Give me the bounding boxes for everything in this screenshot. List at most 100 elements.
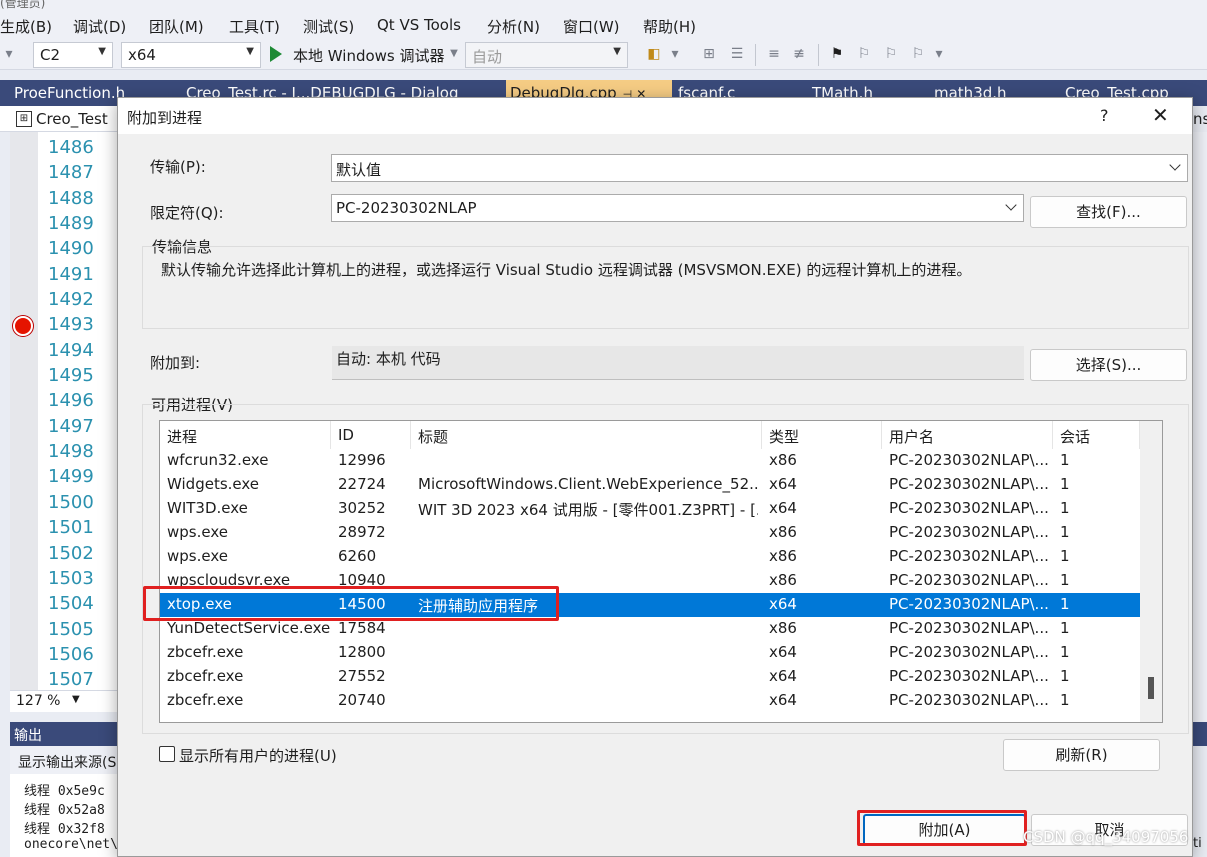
table-row[interactable]: WIT3D.exe 30252 WIT 3D 2023 x64 试用版 - [零件0… [160, 497, 1140, 521]
editor-right-strip [1193, 132, 1207, 732]
process-list-scrollbar[interactable] [1140, 421, 1162, 722]
column-header-id[interactable]: ID [331, 421, 411, 449]
close-icon[interactable]: ✕ [1152, 103, 1169, 127]
platform-select[interactable]: x64 ▼ [121, 42, 261, 68]
toolbar-separator [755, 44, 756, 66]
process-type-cell: x86 [769, 619, 797, 637]
table-row[interactable]: Widgets.exe 22724 MicrosoftWindows.Client.… [160, 473, 1140, 497]
menu-debug[interactable]: 调试(D) [73, 16, 126, 37]
transport-select[interactable]: 默认值 [331, 154, 1188, 182]
play-icon[interactable] [270, 46, 282, 62]
annotation-highlight-attach [857, 810, 1027, 846]
show-all-users-label[interactable]: 显示所有用户的进程(U) [179, 745, 337, 766]
dialog-titlebar: 附加到进程 ? ✕ [118, 98, 1192, 134]
process-session-cell: 1 [1060, 691, 1070, 709]
line-number: 1491 [48, 263, 94, 285]
standard-toolbar: ▾ C2 ▼ x64 ▼ 本地 Windows 调试器 ▼ 自动 ▼ ◧ ▾ ⊞… [0, 40, 1207, 70]
tab-proefunction-h[interactable]: ProeFunction.h [14, 80, 125, 106]
breakpoint-gutter[interactable] [10, 132, 38, 690]
menu-window[interactable]: 窗口(W) [563, 16, 620, 37]
transport-value: 默认值 [336, 161, 382, 179]
column-header-process[interactable]: 进程 [160, 421, 331, 449]
process-session-cell: 1 [1060, 595, 1070, 613]
line-number: 1504 [48, 593, 94, 615]
process-user-cell: PC-20230302NLAP\... [889, 691, 1049, 709]
show-all-users-checkbox[interactable] [159, 746, 175, 762]
process-user-cell: PC-20230302NLAP\... [889, 547, 1049, 565]
chevron-down-icon[interactable]: ▼ [449, 45, 459, 63]
table-row[interactable]: zbcefr.exe 27552 x64 PC-20230302NLAP\... 1 [160, 665, 1140, 689]
clear-bookmarks-icon: ⚐ [911, 46, 925, 62]
process-session-cell: 1 [1060, 523, 1070, 541]
find-button[interactable]: 查找(F)... [1030, 196, 1187, 228]
process-user-cell: PC-20230302NLAP\... [889, 619, 1049, 637]
attach-icon: ⊞ [703, 46, 715, 62]
watermark: CSDN @qq_34097056 [1023, 828, 1189, 846]
line-number: 1500 [48, 491, 94, 513]
menu-qt-vs-tools[interactable]: Qt VS Tools [377, 16, 461, 34]
column-header-user[interactable]: 用户名 [882, 421, 1053, 449]
process-type-cell: x64 [769, 499, 797, 517]
help-button[interactable]: ? [1100, 106, 1109, 125]
menu-build[interactable]: 生成(B) [0, 16, 52, 37]
toolbar-overflow-icon[interactable]: ▾ [934, 45, 944, 63]
transport-label: 传输(P): [150, 158, 206, 176]
column-header-session[interactable]: 会话 [1053, 421, 1140, 449]
solution-config-select[interactable]: C2 ▼ [33, 42, 113, 68]
process-name-cell: wps.exe [167, 547, 228, 565]
select-code-type-button[interactable]: 选择(S)... [1030, 349, 1187, 381]
zoom-bar: 127 % ▼ [10, 690, 120, 712]
process-type-cell: x64 [769, 475, 797, 493]
find-process-icon[interactable]: ◧ [645, 45, 663, 63]
menu-help[interactable]: 帮助(H) [643, 16, 696, 37]
menu-team[interactable]: 团队(M) [149, 16, 204, 37]
process-name-cell: zbcefr.exe [167, 691, 244, 709]
toolbar-overflow-icon[interactable]: ▾ [670, 45, 680, 63]
process-type-cell: x64 [769, 691, 797, 709]
process-session-cell: 1 [1060, 475, 1070, 493]
uncomment-icon: ≢ [793, 46, 805, 62]
table-row[interactable]: wps.exe 28972 x86 PC-20230302NLAP\... 1 [160, 521, 1140, 545]
table-row[interactable]: zbcefr.exe 20740 x64 PC-20230302NLAP\... 1 [160, 689, 1140, 713]
table-row[interactable]: zbcefr.exe 12800 x64 PC-20230302NLAP\... 1 [160, 641, 1140, 665]
menu-test[interactable]: 测试(S) [303, 16, 354, 37]
column-header-type[interactable]: 类型 [762, 421, 882, 449]
toolbar-overflow-icon[interactable]: ▾ [4, 45, 14, 63]
qualifier-label: 限定符(Q): [150, 204, 224, 222]
column-header-title[interactable]: 标题 [411, 421, 762, 449]
line-number: 1487 [48, 162, 94, 184]
platform-value: x64 [128, 46, 156, 64]
bookmark-icon[interactable]: ⚑ [828, 45, 846, 63]
start-debugger-button[interactable]: 本地 Windows 调试器 [293, 45, 445, 66]
process-session-cell: 1 [1060, 451, 1070, 469]
dialog-title: 附加到进程 [127, 109, 203, 127]
line-number: 1498 [48, 441, 94, 463]
breakpoint-icon[interactable] [13, 316, 33, 336]
process-type-cell: x64 [769, 643, 797, 661]
layout-icon: ☰ [730, 46, 744, 62]
chevron-down-icon: ▼ [246, 46, 254, 57]
line-number: 1502 [48, 542, 94, 564]
process-session-cell: 1 [1060, 499, 1070, 517]
refresh-button[interactable]: 刷新(R) [1003, 739, 1160, 771]
process-list[interactable]: 进程 ID 标题 类型 用户名 会话 wfcrun32.exe 12996 x86 P… [159, 420, 1163, 723]
process-id-cell: 20740 [338, 691, 386, 709]
process-session-cell: 1 [1060, 547, 1070, 565]
process-id-cell: 28972 [338, 523, 386, 541]
comment-icon: ≡ [768, 46, 780, 62]
menu-tools[interactable]: 工具(T) [229, 16, 280, 37]
scrollbar-thumb[interactable] [1148, 677, 1154, 699]
menu-analyze[interactable]: 分析(N) [487, 16, 540, 37]
table-row[interactable]: wfcrun32.exe 12996 x86 PC-20230302NLAP\... 1 [160, 449, 1140, 473]
process-title-cell: MicrosoftWindows.Client.WebExperience_52… [418, 475, 758, 493]
annotation-highlight-row [143, 586, 559, 621]
table-row[interactable]: wps.exe 6260 x86 PC-20230302NLAP\... 1 [160, 545, 1140, 569]
editor-scope-label[interactable]: Creo_Test [36, 110, 108, 128]
line-number: 1493 [48, 314, 94, 336]
chevron-down-icon[interactable]: ▼ [72, 694, 80, 705]
process-user-cell: PC-20230302NLAP\... [889, 667, 1049, 685]
process-id-cell: 22724 [338, 475, 386, 493]
qualifier-combobox[interactable]: PC-20230302NLAP [331, 194, 1024, 222]
chevron-down-icon[interactable] [1005, 199, 1017, 211]
line-numbers: 1486 1487 1488 1489 1490 1491 1492 1493 … [48, 137, 118, 695]
